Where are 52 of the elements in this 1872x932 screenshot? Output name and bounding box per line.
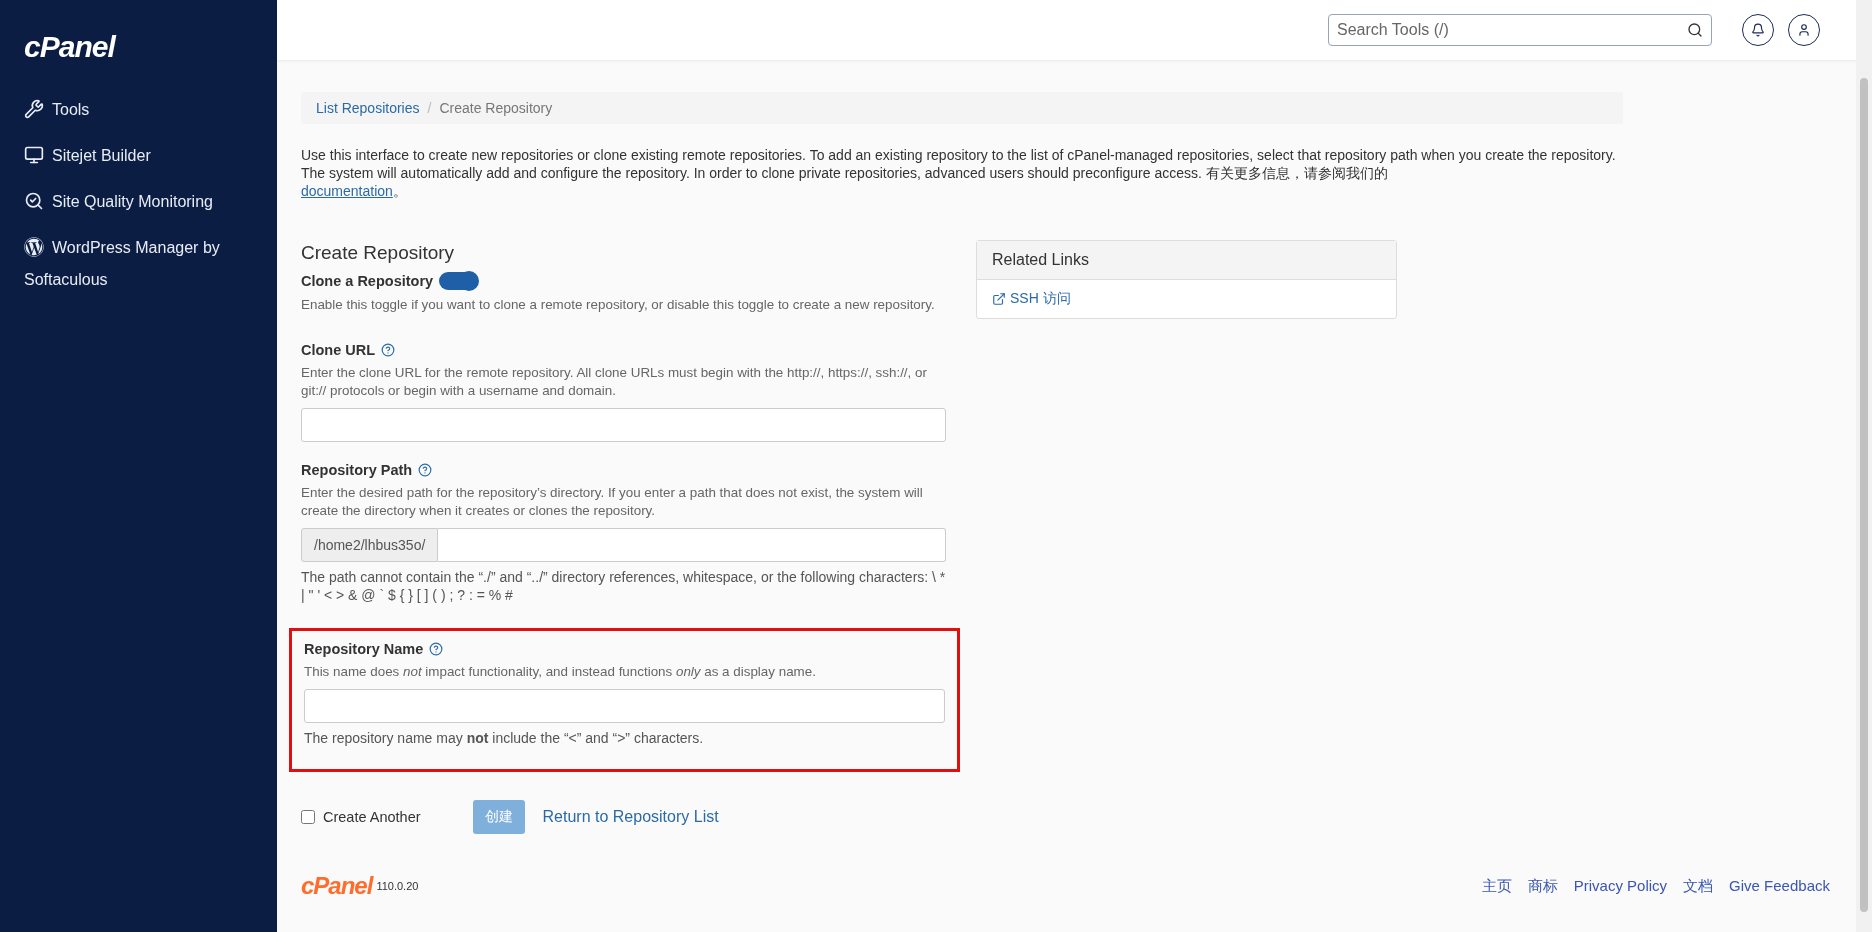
field-description: Enter the desired path for the repository’s directory. If you enter a path that does not exist, the system will create the directory when it creates or clones the repository.	[301, 484, 924, 520]
path-prefix: /home2/lhbus35o/	[301, 528, 439, 562]
help-icon[interactable]	[429, 642, 444, 656]
return-link[interactable]: Return to Repository List	[542, 808, 719, 826]
help-icon[interactable]	[381, 343, 396, 357]
checkbox-label: Create Another	[323, 809, 421, 825]
toggle-description: Enable this toggle if you want to clone a remote repository, or disable this toggle to create a new repository.	[301, 296, 936, 314]
breadcrumb-separator: /	[427, 100, 432, 116]
scrollbar[interactable]	[1856, 0, 1872, 932]
field-label: Repository Path	[301, 462, 413, 478]
breadcrumb-link[interactable]: List Repositories	[316, 100, 420, 116]
user-button[interactable]	[1788, 14, 1820, 46]
breadcrumb-link[interactable]: Create Repository	[439, 100, 553, 116]
sidebar-item[interactable]: Site Quality Monitoring	[0, 186, 277, 218]
help-icon[interactable]	[418, 463, 433, 477]
footer-link[interactable]: 主页	[1481, 876, 1512, 896]
user-icon	[1797, 23, 1811, 37]
text-field[interactable]	[438, 528, 946, 562]
footer-link[interactable]: 文档	[1683, 876, 1714, 896]
w-logo-icon	[24, 237, 44, 257]
sidebar-item[interactable]: Tools	[0, 94, 277, 126]
field-label: Repository Name	[304, 641, 424, 657]
field-note: The path cannot contain the “./” and “../” directory references, whitespace, or the following characters: \ * | " ' < > & @ ` $ { } [ ] ( ) ; ? : = % #	[301, 568, 946, 604]
text-field[interactable]	[304, 689, 945, 723]
checkbox[interactable]	[301, 810, 315, 824]
notifications-button[interactable]	[1742, 14, 1774, 46]
sidebar-item[interactable]: Sitejet Builder	[0, 140, 277, 172]
logo[interactable]: cPanel	[24, 30, 253, 64]
search-field[interactable]: Search Tools (/)	[1328, 14, 1712, 46]
version-text: 110.0.20	[376, 880, 419, 892]
field-label: Clone URL	[301, 342, 376, 358]
field-note: The repository name may not include the “<” and “>” characters.	[304, 729, 705, 747]
footer-link[interactable]: Give Feedback	[1729, 876, 1830, 896]
field-description: Enter the clone URL for the remote repository. All clone URLs must begin with the http://, https://, ssh://, or git:// protocols or begin with a username and domain.	[301, 364, 928, 400]
intro-text: Use this interface to create new repositories or clone existing remote repositories. To add an existing repository to the list of cPanel-managed repositories, select that repository path when you create the repository. The system will automatically add and configure the repository. In order to clone private repositories, advanced users should preconfigure access. 有关更多信息，请参阅我们的 documentation。	[301, 146, 1617, 200]
text-field[interactable]	[301, 408, 946, 442]
section-title: Create Repository	[301, 242, 456, 264]
sidebar-item[interactable]: WordPress Manager by Softaculous	[0, 232, 277, 296]
field-description: This name does not impact functionality, and instead functions only as a display name.	[304, 663, 817, 681]
search-icon	[1687, 22, 1703, 38]
external-link-icon	[992, 292, 1006, 306]
search-check-icon	[24, 191, 44, 211]
footer-link[interactable]: Privacy Policy	[1573, 876, 1668, 896]
related-link[interactable]: SSH 访问	[992, 290, 1381, 308]
footer-link[interactable]: 商标	[1527, 876, 1558, 896]
documentation-link[interactable]: documentation	[301, 183, 393, 199]
toggle-switch[interactable]	[439, 272, 478, 290]
wrench-icon	[24, 99, 44, 119]
bell-icon	[1751, 23, 1765, 37]
monitor-icon	[24, 145, 44, 165]
toggle-label: Clone a Repository	[301, 273, 434, 289]
panel-title: Related Links	[977, 241, 1396, 280]
